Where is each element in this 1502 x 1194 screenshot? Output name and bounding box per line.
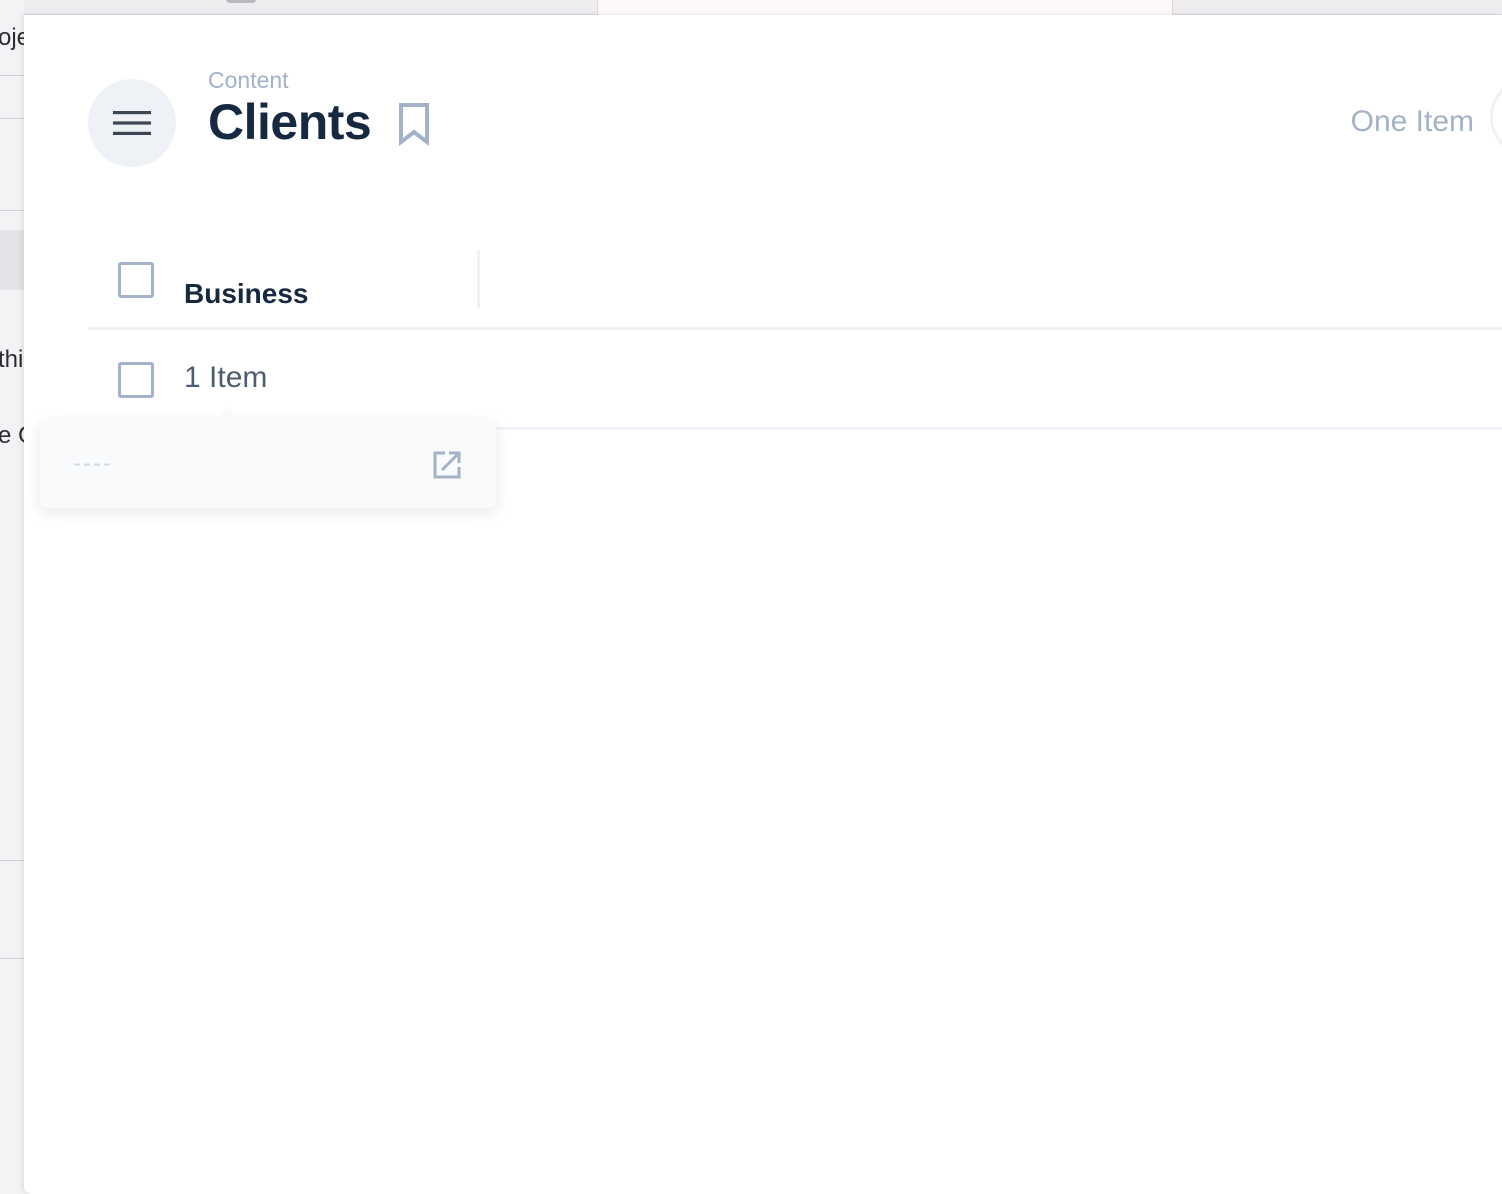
menu-icon: [113, 111, 151, 135]
header-action-button[interactable]: [1490, 77, 1502, 157]
row-checkbox[interactable]: [118, 362, 154, 398]
related-item-popover: ----: [40, 420, 496, 508]
tab-handle[interactable]: [226, 0, 256, 3]
external-link-icon[interactable]: [432, 450, 462, 480]
active-tab[interactable]: [597, 0, 1173, 15]
table-header: Business: [88, 250, 1502, 330]
item-count: One Item: [1350, 105, 1474, 138]
popover-placeholder: ----: [73, 450, 113, 477]
page-title: Clients: [208, 94, 372, 150]
breadcrumb[interactable]: Content: [208, 67, 289, 94]
bookmark-icon[interactable]: [396, 102, 432, 146]
select-all-checkbox[interactable]: [118, 262, 154, 298]
table-row[interactable]: 1 Item: [88, 330, 1502, 430]
bg-text: thi: [0, 346, 24, 373]
column-resize-handle[interactable]: [477, 250, 480, 308]
column-header-business[interactable]: Business: [184, 278, 309, 310]
menu-button[interactable]: [88, 79, 176, 167]
top-tab-strip: [24, 0, 1502, 15]
drawer-panel: Content Clients One Item Business 1 Item…: [24, 15, 1502, 1194]
cell-business[interactable]: 1 Item: [184, 361, 267, 395]
